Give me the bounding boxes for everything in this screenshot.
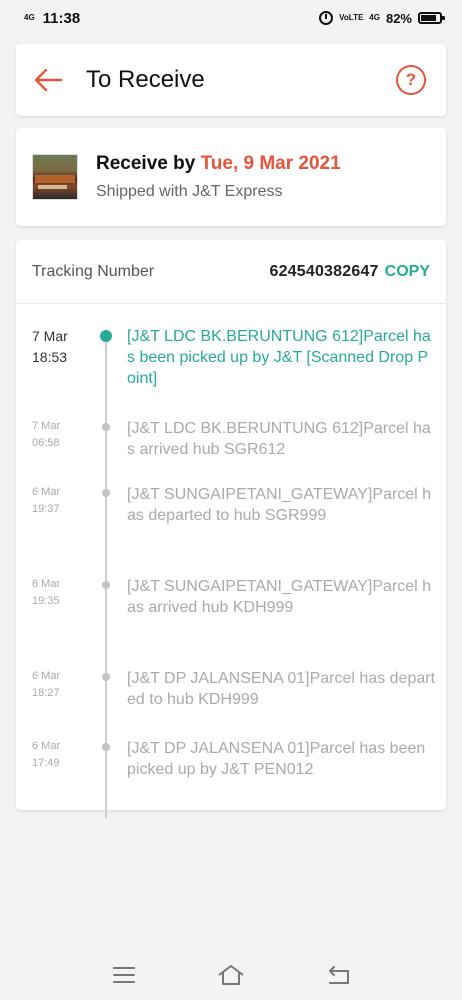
- return-icon: [329, 966, 350, 984]
- volte-indicator: VoLTE: [339, 13, 364, 22]
- receive-by-line: Receive by Tue, 9 Mar 2021: [96, 153, 341, 175]
- alarm-icon: [319, 11, 334, 25]
- timeline-dot: [102, 673, 110, 681]
- timeline-dot-active: [100, 330, 112, 342]
- event-clock: 06:58: [32, 437, 60, 449]
- event-time: 7 Mar 06:58: [16, 418, 86, 484]
- event-clock: 19:35: [32, 595, 60, 607]
- timeline-event: 7 Mar 06:58 [J&T LDC BK.BERUNTUNG 612]Pa…: [16, 418, 446, 484]
- timeline-event: 6 Mar 19:37 [J&T SUNGAIPETANI_GATEWAY]Pa…: [16, 484, 446, 576]
- tracking-header: Tracking Number 624540382647 COPY: [16, 240, 446, 304]
- event-description: [J&T SUNGAIPETANI_GATEWAY]Parcel has dep…: [127, 486, 432, 524]
- header-bar: To Receive ?: [16, 44, 446, 116]
- timeline-event: 6 Mar 17:49 [J&T DP JALANSENA 01]Parcel …: [16, 738, 446, 804]
- menu-button[interactable]: [104, 960, 144, 990]
- tracking-number: 624540382647: [269, 262, 379, 280]
- event-description: [J&T SUNGAIPETANI_GATEWAY]Parcel has arr…: [127, 578, 432, 616]
- battery-percent: 82%: [385, 10, 412, 26]
- event-description: [J&T DP JALANSENA 01]Parcel has been pic…: [127, 740, 426, 778]
- event-clock: 19:37: [32, 503, 60, 515]
- timeline-dot: [102, 423, 110, 431]
- copy-button[interactable]: COPY: [385, 263, 430, 281]
- network-indicator: 4G: [24, 13, 35, 22]
- timeline-dot: [102, 581, 110, 589]
- system-nav-bar: [0, 950, 462, 1000]
- timeline-event: 6 Mar 18:27 [J&T DP JALANSENA 01]Parcel …: [16, 668, 446, 738]
- home-icon: [218, 965, 244, 985]
- arrow-left-icon: [34, 68, 63, 92]
- menu-icon: [112, 967, 135, 983]
- event-time: 6 Mar 17:49: [16, 738, 86, 804]
- event-clock: 17:49: [32, 757, 60, 769]
- event-date: 6 Mar: [32, 670, 61, 682]
- event-clock: 18:27: [32, 687, 60, 699]
- receive-date: Tue, 9 Mar 2021: [200, 153, 341, 174]
- event-date: 6 Mar: [32, 486, 61, 498]
- tracking-number-label: Tracking Number: [32, 262, 155, 280]
- page-title: To Receive: [86, 66, 205, 93]
- question-mark-icon: ?: [405, 70, 417, 89]
- timeline-dot: [102, 743, 110, 751]
- event-time: 6 Mar 19:37: [16, 484, 86, 576]
- back-button[interactable]: [32, 64, 64, 96]
- product-thumbnail[interactable]: [32, 154, 78, 200]
- event-time: 6 Mar 18:27: [16, 668, 86, 738]
- event-description: [J&T DP JALANSENA 01]Parcel has departed…: [127, 670, 436, 708]
- event-time: 6 Mar 19:35: [16, 576, 86, 668]
- event-date: 7 Mar: [32, 420, 61, 432]
- help-button[interactable]: ?: [396, 65, 426, 95]
- timeline-event: 7 Mar 18:53 [J&T LDC BK.BERUNTUNG 612]Pa…: [16, 326, 446, 418]
- event-description: [J&T LDC BK.BERUNTUNG 612]Parcel has arr…: [127, 420, 431, 458]
- event-clock: 18:53: [32, 349, 68, 365]
- battery-icon: [418, 12, 445, 24]
- event-time: 7 Mar 18:53: [16, 326, 86, 418]
- event-date: 6 Mar: [32, 740, 61, 752]
- timeline-dot: [102, 489, 110, 497]
- receive-by-label: Receive by: [96, 153, 201, 174]
- shipping-carrier: Shipped with J&T Express: [96, 183, 283, 200]
- delivery-card: Receive by Tue, 9 Mar 2021 Shipped with …: [16, 128, 446, 226]
- back-nav-button[interactable]: [318, 960, 358, 990]
- event-description: [J&T LDC BK.BERUNTUNG 612]Parcel has bee…: [127, 328, 431, 387]
- event-date: 6 Mar: [32, 578, 61, 590]
- signal-indicator: 4G: [369, 13, 380, 22]
- tracking-timeline: 7 Mar 18:53 [J&T LDC BK.BERUNTUNG 612]Pa…: [16, 304, 446, 818]
- status-bar: 4G 11:38 VoLTE 4G 82%: [0, 0, 462, 36]
- home-button[interactable]: [211, 960, 251, 990]
- event-date: 7 Mar: [32, 328, 68, 344]
- timeline-event: 6 Mar 19:35 [J&T SUNGAIPETANI_GATEWAY]Pa…: [16, 576, 446, 668]
- tracking-card: Tracking Number 624540382647 COPY 7 Mar …: [16, 240, 446, 818]
- status-time: 11:38: [42, 9, 81, 27]
